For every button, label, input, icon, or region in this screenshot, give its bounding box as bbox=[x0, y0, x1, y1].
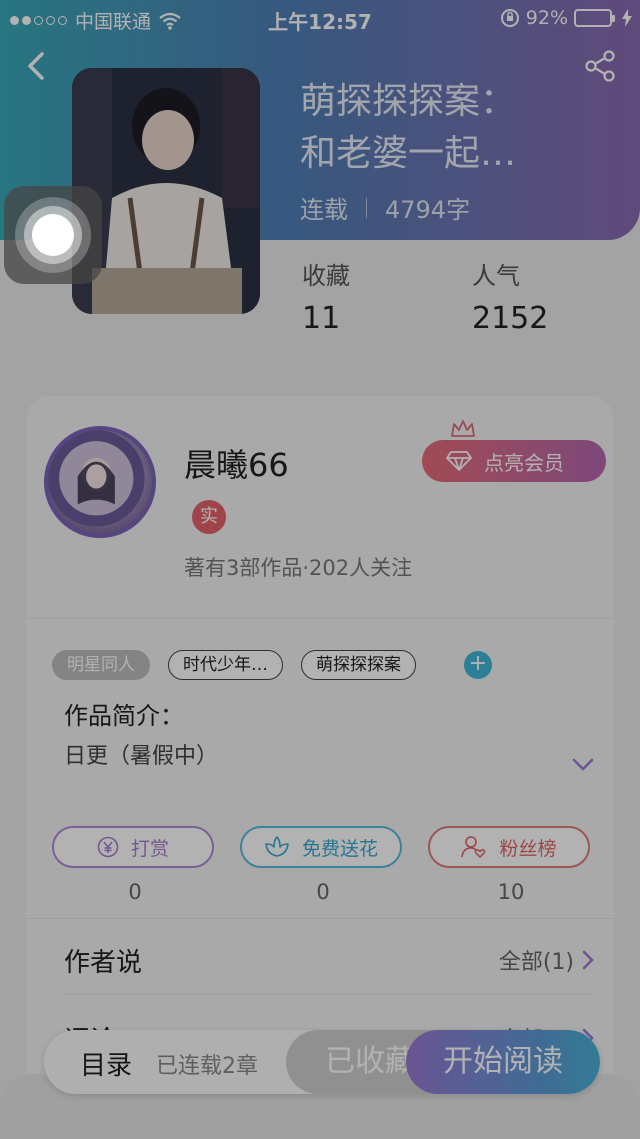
chevron-left-icon[interactable] bbox=[20, 48, 52, 84]
author-says-row[interactable]: 作者说 全部(1) bbox=[64, 930, 594, 990]
intro-title: 作品简介： bbox=[64, 702, 184, 730]
yen-coin-icon bbox=[97, 836, 119, 858]
assistive-touch-dot bbox=[32, 214, 74, 256]
author-info: 著有3部作品·202人关注 bbox=[184, 556, 413, 580]
flower-icon bbox=[265, 836, 289, 857]
author-avatar[interactable] bbox=[44, 426, 156, 538]
intro-text: 日更（暑假中） bbox=[64, 744, 219, 769]
real-name-badge: 实 bbox=[192, 500, 226, 534]
author-name[interactable]: 晨曦66 bbox=[184, 440, 289, 486]
reward-count: 0 bbox=[128, 880, 142, 904]
book-cover-image[interactable] bbox=[72, 68, 260, 314]
author-says-more[interactable]: 全部(1) bbox=[499, 944, 594, 976]
author-says-label: 作者说 bbox=[64, 947, 143, 978]
popularity-count: 2152 bbox=[472, 301, 549, 336]
charging-bolt-icon bbox=[622, 9, 632, 27]
action-buttons: 打赏 0 免费送花 0 粉丝榜 10 bbox=[52, 826, 592, 916]
share-icon[interactable] bbox=[584, 50, 616, 82]
vip-button[interactable]: 点亮会员 bbox=[422, 440, 606, 482]
start-reading-button[interactable]: 开始阅读 bbox=[406, 1030, 600, 1094]
tag-item[interactable]: 时代少年… bbox=[168, 650, 283, 680]
popularity-label: 人气 bbox=[472, 262, 520, 290]
send-flower-label: 免费送花 bbox=[301, 837, 378, 860]
book-title: 萌探探探案： 和老婆一起… bbox=[300, 76, 620, 180]
avatar-image bbox=[48, 430, 145, 527]
popularity-stat: 人气 2152 bbox=[472, 256, 548, 336]
reward-label: 打赏 bbox=[130, 837, 169, 860]
bottom-action-bar: 目录 已连载2章 已收藏 开始阅读 bbox=[44, 1030, 600, 1094]
favorites-count: 11 bbox=[302, 301, 341, 336]
assistive-touch-ring bbox=[24, 206, 82, 264]
word-count: 4794字 bbox=[385, 196, 471, 224]
tag-list: 明星同人 时代少年… 萌探探探案 + bbox=[52, 650, 492, 680]
fan-ranking-label: 粉丝榜 bbox=[499, 837, 557, 860]
book-detail-page: 中国联通 上午12:57 92% 萌探探探案： 和老婆一起… 连载 4794字 … bbox=[0, 0, 640, 1139]
diamond-icon bbox=[446, 451, 472, 471]
battery-icon bbox=[574, 9, 615, 27]
book-title-line2: 和老婆一起… bbox=[300, 133, 517, 174]
book-title-line1: 萌探探探案： bbox=[300, 81, 517, 122]
fan-ranking-button[interactable]: 粉丝榜 10 bbox=[428, 826, 590, 904]
status-bar: 中国联通 上午12:57 92% bbox=[0, 0, 640, 36]
battery-percent: 92% bbox=[525, 7, 568, 29]
plus-icon[interactable]: + bbox=[464, 651, 492, 679]
divider bbox=[64, 994, 594, 995]
assistive-touch-ring bbox=[15, 197, 91, 273]
chevron-right-icon bbox=[582, 950, 594, 970]
author-says-count: 全部(1) bbox=[498, 950, 574, 975]
tag-item[interactable]: 萌探探探案 bbox=[301, 650, 416, 680]
fan-count: 10 bbox=[497, 880, 525, 904]
meta-divider bbox=[366, 197, 367, 218]
table-of-contents-button[interactable]: 目录 bbox=[80, 1045, 132, 1082]
reward-button[interactable]: 打赏 0 bbox=[52, 826, 214, 904]
chevron-down-icon[interactable] bbox=[572, 758, 594, 772]
divider bbox=[26, 618, 614, 619]
orientation-lock-icon bbox=[500, 9, 519, 27]
serial-status: 连载 bbox=[300, 196, 348, 224]
flower-count: 0 bbox=[316, 880, 330, 904]
fan-heart-icon bbox=[461, 836, 486, 859]
chapter-count: 已连载2章 bbox=[156, 1054, 258, 1079]
favorites-label: 收藏 bbox=[302, 262, 350, 290]
book-meta: 连载 4794字 bbox=[300, 190, 470, 225]
crown-icon bbox=[451, 420, 475, 437]
vip-button-label: 点亮会员 bbox=[484, 450, 564, 475]
cover-photo bbox=[72, 68, 260, 314]
author-card: 晨曦66 实 点亮会员 著有3部作品·202人关注 明星同人 时代少年… 萌探探… bbox=[26, 396, 614, 1096]
divider bbox=[26, 918, 614, 919]
assistive-touch-button[interactable] bbox=[4, 186, 102, 284]
send-flower-button[interactable]: 免费送花 0 bbox=[240, 826, 402, 904]
favorites-stat: 收藏 11 bbox=[302, 256, 350, 336]
category-tag[interactable]: 明星同人 bbox=[52, 650, 150, 680]
